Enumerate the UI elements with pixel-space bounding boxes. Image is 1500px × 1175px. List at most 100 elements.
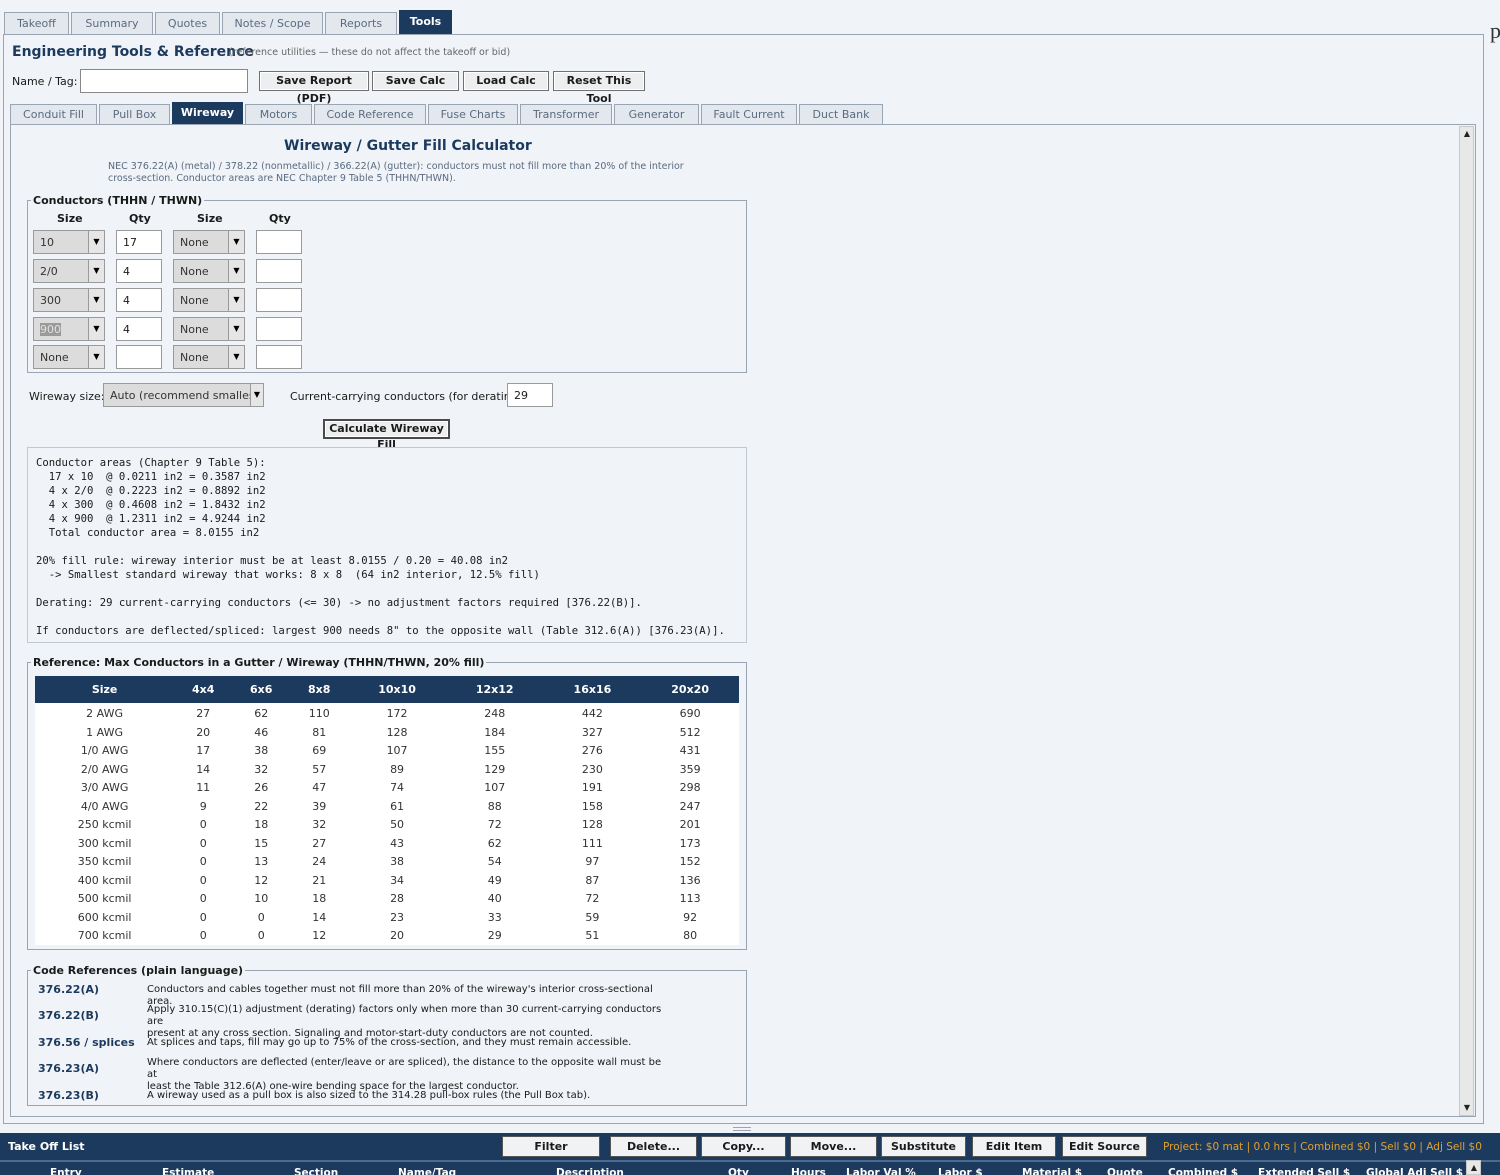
size-select-10[interactable]: None ▼ [173,345,245,369]
name-tag-input[interactable] [80,69,248,93]
calculate-wireway-fill-button[interactable]: Calculate Wireway Fill [323,419,450,451]
table-cell: 28 [390,892,405,906]
size-select-1[interactable]: 10 ▼ [33,230,105,254]
calculator-description-line: cross-section. Conductor areas are NEC C… [108,173,456,184]
qty-input-1[interactable]: 17 [116,230,162,254]
tab-notes-scope[interactable]: Notes / Scope [222,12,323,34]
ccc-input[interactable]: 29 [507,383,553,407]
grid-col-global-adj-sell[interactable]: Global Adj Sell $ [1366,1167,1463,1175]
table-cell: 80 [683,929,698,943]
tab-transformer[interactable]: Transformer [520,104,612,125]
chevron-down-icon[interactable]: ▼ [228,260,244,282]
copy-button[interactable]: Copy... [701,1136,786,1157]
grid-col-estimate[interactable]: Estimate [162,1167,214,1175]
chevron-down-icon[interactable]: ▼ [250,384,263,406]
tab-reports[interactable]: Reports [325,12,397,34]
edit-source-button[interactable]: Edit Source [1062,1136,1147,1157]
qty-input-5[interactable] [116,345,162,369]
grid-col-description[interactable]: Description [556,1167,624,1175]
size-select-8[interactable]: None ▼ [173,288,245,312]
tab-fault-current[interactable]: Fault Current [701,104,797,125]
table-cell: 62 [254,706,269,720]
qty-input-9[interactable] [256,317,302,341]
chevron-down-icon[interactable]: ▼ [228,289,244,311]
size-select-4[interactable]: 900 ▼ [33,317,105,341]
grid-col-labor-val[interactable]: Labor Val % [846,1167,916,1175]
size-select-6[interactable]: None ▼ [173,230,245,254]
qty-input-10[interactable] [256,345,302,369]
tab-wireway[interactable]: Wireway [172,102,243,126]
grid-col-entry[interactable]: Entry [50,1167,82,1175]
grid-col-hours[interactable]: Hours [791,1167,826,1175]
grid-col-material[interactable]: Material $ [1022,1167,1082,1175]
code-ref-line: Apply 310.15(C)(1) adjustment (derating)… [147,1004,662,1027]
grid-col-qty[interactable]: Qty [728,1167,749,1175]
tab-tools[interactable]: Tools [399,10,452,35]
qty-input-8[interactable] [256,288,302,312]
grid-col-labor[interactable]: Labor $ [938,1167,983,1175]
chevron-down-icon[interactable]: ▼ [88,346,104,368]
tab-takeoff[interactable]: Takeoff [4,12,69,34]
reset-tool-button[interactable]: Reset This Tool [553,71,645,105]
splitter-grip[interactable] [733,1127,751,1131]
qty-input-3[interactable]: 4 [116,288,162,312]
filter-sections-button[interactable]: Filter Sections... [502,1136,600,1172]
chevron-down-icon[interactable]: ▼ [88,318,104,340]
load-calc-button[interactable]: Load Calc [463,71,549,91]
delete-button[interactable]: Delete... [610,1136,697,1157]
table-cell: 400 kcmil [77,873,132,887]
table-cell: 12 [312,929,327,943]
table-row: 700 kcmil 0 0 12 20 29 51 80 [35,927,739,946]
tab-summary[interactable]: Summary [71,12,153,34]
code-ref-line: A wireway used as a pull box is also siz… [147,1090,591,1101]
size-select-9[interactable]: None ▼ [173,317,245,341]
table-cell: 32 [312,818,327,832]
table-cell: 110 [308,706,330,720]
chevron-down-icon[interactable]: ▼ [88,289,104,311]
grid-col-section[interactable]: Section [294,1167,338,1175]
scroll-up-arrow-icon[interactable]: ▲ [1461,128,1473,140]
table-cell: 247 [679,799,701,813]
qty-input-2[interactable]: 4 [116,259,162,283]
move-button[interactable]: Move... [790,1136,877,1157]
scroll-down-arrow-icon[interactable]: ▼ [1461,1102,1473,1114]
table-cell: 0 [199,855,207,869]
grid-scrollbar[interactable]: ▲ [1466,1160,1481,1175]
grid-col-name-tag[interactable]: Name/Tag [398,1167,456,1175]
tab-pull-box[interactable]: Pull Box [99,104,170,125]
wireway-size-select[interactable]: Auto (recommend smallest ▼ [103,383,264,407]
qty-input-6[interactable] [256,230,302,254]
tab-quotes[interactable]: Quotes [155,12,220,34]
table-cell: 18 [254,818,269,832]
content-scrollbar[interactable]: ▲ ▼ [1459,126,1474,1116]
chevron-down-icon[interactable]: ▼ [228,318,244,340]
table-row: 250 kcmil 0 18 32 50 72 128 201 [35,816,739,835]
grid-col-quote[interactable]: Quote [1107,1167,1143,1175]
scroll-up-arrow-icon[interactable]: ▲ [1468,1162,1480,1174]
chevron-down-icon[interactable]: ▼ [228,346,244,368]
chevron-down-icon[interactable]: ▼ [88,260,104,282]
table-cell: 172 [386,706,408,720]
size-select-5[interactable]: None ▼ [33,345,105,369]
qty-input-4[interactable]: 4 [116,317,162,341]
chevron-down-icon[interactable]: ▼ [88,231,104,253]
qty-input-7[interactable] [256,259,302,283]
edit-item-button[interactable]: Edit Item [972,1136,1056,1157]
tab-conduit-fill[interactable]: Conduit Fill [10,104,97,125]
code-references-legend: Code References (plain language) [31,964,246,977]
tab-motors[interactable]: Motors [245,104,312,125]
tab-fuse-charts[interactable]: Fuse Charts [428,104,518,125]
size-select-2[interactable]: 2/0 ▼ [33,259,105,283]
grid-col-extended-sell[interactable]: Extended Sell $ [1258,1167,1350,1175]
tab-code-reference[interactable]: Code Reference [314,104,426,125]
substitute-button[interactable]: Substitute [881,1136,966,1157]
size-select-3[interactable]: 300 ▼ [33,288,105,312]
size-select-7[interactable]: None ▼ [173,259,245,283]
tab-generator[interactable]: Generator [614,104,699,125]
table-cell: 34 [390,873,405,887]
save-report-button[interactable]: Save Report (PDF) [259,71,369,105]
grid-col-combined[interactable]: Combined $ [1168,1167,1238,1175]
chevron-down-icon[interactable]: ▼ [228,231,244,253]
tab-duct-bank[interactable]: Duct Bank [799,104,883,125]
save-calc-button[interactable]: Save Calc [372,71,459,91]
